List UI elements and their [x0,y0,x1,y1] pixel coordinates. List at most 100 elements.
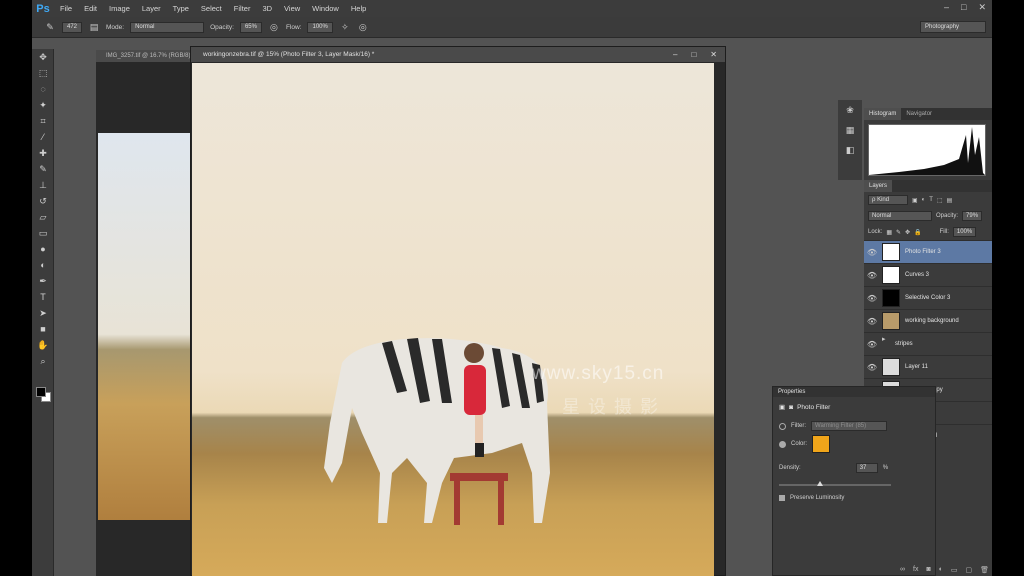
menu-edit[interactable]: Edit [78,4,103,13]
pressure-size-icon[interactable]: ◎ [357,21,369,33]
layer-name[interactable]: Curves 3 [905,272,929,278]
visibility-eye-icon[interactable]: 👁 [864,271,880,280]
brush-tool-icon[interactable]: ✎ [32,161,54,177]
filter-select[interactable]: Warming Filter (85) [811,421,887,431]
shape-tool-icon[interactable]: ■ [32,321,54,337]
path-select-tool-icon[interactable]: ➤ [32,305,54,321]
gradient-tool-icon[interactable]: ▭ [32,225,54,241]
workspace-select[interactable]: Photography [920,21,986,33]
pressure-opacity-icon[interactable]: ◎ [268,21,280,33]
eyedropper-tool-icon[interactable]: ⁄ [32,129,54,145]
pen-tool-icon[interactable]: ✒ [32,273,54,289]
visibility-eye-icon[interactable]: 👁 [864,363,880,372]
layer-row[interactable]: 👁 Photo Filter 3 [864,240,992,263]
menu-file[interactable]: File [54,4,78,13]
document-tab-workingonzebra[interactable]: workingonzebra.tif @ 15% (Photo Filter 3… [191,47,725,62]
tab-layers[interactable]: Layers [864,180,893,192]
layer-row[interactable]: 👁 working background [864,309,992,332]
maximize-button[interactable]: □ [961,2,966,13]
doc-maximize-button[interactable]: □ [691,47,696,62]
brush-size-field[interactable]: 472 [62,21,83,33]
filter-pixel-icon[interactable]: ▣ [912,197,918,204]
flow-field[interactable]: 100% [307,21,333,33]
menu-view[interactable]: View [278,4,306,13]
filter-type-icon[interactable]: T [929,197,933,203]
color-radio[interactable] [779,440,786,448]
add-mask-icon[interactable]: ◙ [926,566,930,574]
menu-type[interactable]: Type [167,4,195,13]
fx-icon[interactable]: fx [913,566,918,574]
doc-minimize-button[interactable]: – [673,47,677,62]
new-group-icon[interactable]: ▭ [951,566,958,574]
density-slider[interactable] [779,481,891,486]
new-layer-icon[interactable]: ▢ [966,566,973,574]
hand-tool-icon[interactable]: ✋ [32,337,54,353]
visibility-eye-icon[interactable]: 👁 [864,294,880,303]
menu-select[interactable]: Select [195,4,228,13]
density-slider-knob[interactable] [817,481,824,486]
layer-name[interactable]: Layer 11 [905,364,928,370]
visibility-eye-icon[interactable]: 👁 [864,340,880,349]
history-brush-tool-icon[interactable]: ↺ [32,193,54,209]
lock-all-icon[interactable]: 🔒 [914,229,921,236]
layer-row[interactable]: 👁 Selective Color 3 [864,286,992,309]
filter-color-swatch[interactable] [812,435,831,453]
mode-select[interactable]: Normal [130,21,205,33]
visibility-eye-icon[interactable]: 👁 [864,317,880,326]
blend-mode-select[interactable]: Normal [868,211,932,221]
clone-stamp-tool-icon[interactable]: ⊥ [32,177,54,193]
layer-kind-filter[interactable]: ρ Kind [868,195,908,205]
new-adjustment-icon[interactable]: ◐ [939,566,943,574]
airbrush-icon[interactable]: ✧ [339,21,351,33]
dock-adjust-icon[interactable]: ◧ [838,140,862,160]
menu-filter[interactable]: Filter [228,4,257,13]
layer-row[interactable]: 👁 ▸ stripes [864,332,992,355]
filter-smart-icon[interactable]: ▤ [947,197,953,204]
close-button[interactable]: ✕ [978,2,986,13]
lock-position-icon[interactable]: ✥ [905,229,910,236]
menu-window[interactable]: Window [306,4,345,13]
doc-close-button[interactable]: ✕ [710,47,717,62]
tab-histogram[interactable]: Histogram [864,108,902,120]
layer-name[interactable]: Photo Filter 3 [905,249,941,255]
lock-pixels-icon[interactable]: ✎ [896,229,901,236]
fill-field[interactable]: 100% [952,227,977,237]
delete-layer-icon[interactable]: 🗑 [980,566,989,574]
menu-image[interactable]: Image [103,4,136,13]
opacity-field[interactable]: 65% [239,21,262,33]
link-layers-icon[interactable]: ∞ [900,566,905,574]
healing-tool-icon[interactable]: ✚ [32,145,54,161]
quick-select-tool-icon[interactable]: ✦ [32,97,54,113]
zoom-tool-icon[interactable]: ⌕ [32,353,54,369]
visibility-eye-icon[interactable]: 👁 [864,248,880,257]
type-tool-icon[interactable]: T [32,289,54,305]
brush-preset-icon[interactable]: ✎ [44,21,56,33]
filter-radio[interactable] [779,422,786,430]
blur-tool-icon[interactable]: ● [32,241,54,257]
layer-name[interactable]: stripes [895,341,913,347]
layer-row[interactable]: 👁 Curves 3 [864,263,992,286]
filter-shape-icon[interactable]: ⬚ [937,197,943,204]
preserve-luminosity-checkbox[interactable] [779,495,785,501]
move-tool-icon[interactable]: ✥ [32,49,54,65]
layer-row[interactable]: 👁 Layer 11 [864,355,992,378]
document-canvas[interactable]: www.sky15.cn 星设摄影 [192,63,714,576]
lasso-tool-icon[interactable]: ◌ [32,81,54,97]
menu-help[interactable]: Help [345,4,372,13]
layer-name[interactable]: Selective Color 3 [905,295,950,301]
eraser-tool-icon[interactable]: ▱ [32,209,54,225]
brush-panel-icon[interactable]: ▤ [88,21,100,33]
dodge-tool-icon[interactable]: ◐ [32,257,54,273]
menu-3d[interactable]: 3D [256,4,278,13]
lock-transparent-icon[interactable]: ▦ [886,229,892,236]
menu-layer[interactable]: Layer [136,4,167,13]
dock-brush-icon[interactable]: ❀ [838,100,862,120]
tab-navigator[interactable]: Navigator [901,108,937,120]
document-tab-img3257[interactable]: IMG_3257.tif @ 16.7% (RGB/8) [96,50,196,62]
mask-icon[interactable]: ◙ [789,404,793,411]
crop-tool-icon[interactable]: ⌗ [32,113,54,129]
minimize-button[interactable]: – [944,2,949,13]
filter-adjust-icon[interactable]: ◐ [922,197,926,203]
dock-swatches-icon[interactable]: ▦ [838,120,862,140]
tab-properties[interactable]: Properties [773,387,935,397]
